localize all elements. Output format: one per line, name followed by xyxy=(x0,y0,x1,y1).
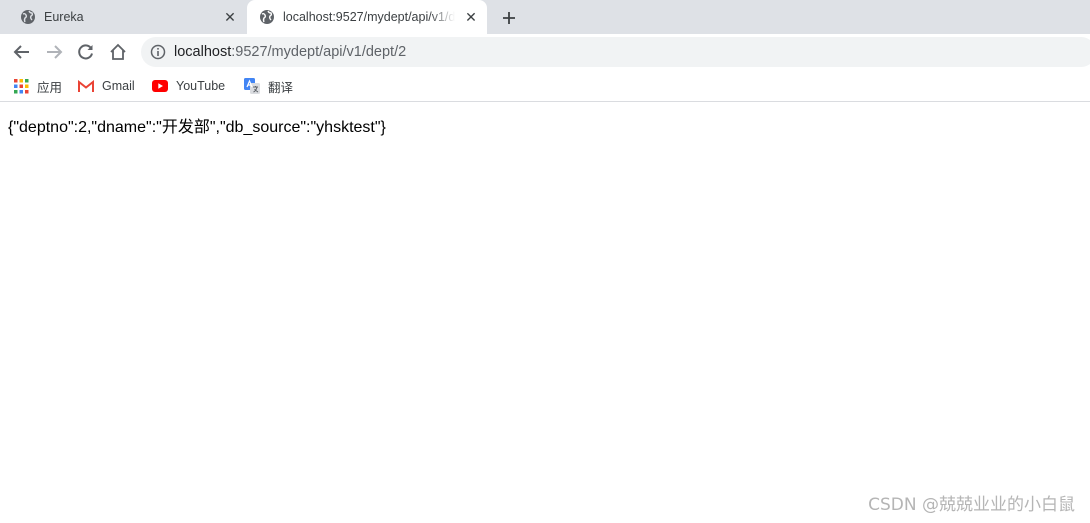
gmail-icon xyxy=(78,79,94,92)
bookmark-label: 翻译 xyxy=(268,80,294,95)
globe-icon xyxy=(260,10,274,24)
close-tab-icon[interactable]: ✕ xyxy=(222,9,238,25)
bookmark-label: Gmail xyxy=(102,79,135,93)
tab-strip: Eureka ✕ localhost:9527/mydept/api/v1/de… xyxy=(0,0,1090,34)
youtube-icon xyxy=(152,80,168,92)
bookmark-label: YouTube xyxy=(176,79,226,93)
translate-icon xyxy=(244,78,260,94)
apps-grid-icon xyxy=(14,78,29,93)
address-bar[interactable]: localhost:9527/mydept/api/v1/dept/2 xyxy=(141,37,1090,67)
bookmark-label: 应用 xyxy=(37,80,63,95)
bookmark-gmail[interactable]: Gmail xyxy=(78,77,135,95)
tab-title: Eureka xyxy=(44,10,84,24)
back-button[interactable] xyxy=(10,40,34,64)
tab-active-localhost[interactable]: localhost:9527/mydept/api/v1/dept/2 ✕ xyxy=(247,0,487,34)
bookmarks-bar: 应用 Gmail YouTube 翻译 xyxy=(0,70,1090,102)
reload-icon xyxy=(78,44,93,60)
tab-eureka[interactable]: Eureka ✕ xyxy=(0,0,246,34)
bookmark-apps[interactable]: 应用 xyxy=(14,77,62,95)
url-host: localhost xyxy=(174,44,232,60)
page-content: {"deptno":2,"dname":"开发部","db_source":"y… xyxy=(0,103,1090,523)
watermark-text: CSDN @兢兢业业的小白鼠 xyxy=(868,495,1075,515)
close-tab-icon[interactable]: ✕ xyxy=(463,9,479,25)
json-response-text: {"deptno":2,"dname":"开发部","db_source":"y… xyxy=(8,119,386,136)
browser-toolbar: localhost:9527/mydept/api/v1/dept/2 xyxy=(0,34,1090,70)
arrow-left-icon xyxy=(13,45,29,59)
arrow-right-icon xyxy=(47,45,63,59)
home-button[interactable] xyxy=(106,40,130,64)
tab-title: localhost:9527/mydept/api/v1/dept/2 xyxy=(283,10,455,24)
bookmark-youtube[interactable]: YouTube xyxy=(152,77,225,95)
new-tab-button[interactable] xyxy=(498,7,520,29)
globe-icon xyxy=(21,10,35,24)
info-icon[interactable] xyxy=(150,44,166,60)
forward-button[interactable] xyxy=(42,40,66,64)
home-icon xyxy=(110,43,126,60)
reload-button[interactable] xyxy=(74,40,98,64)
bookmark-translate[interactable]: 翻译 xyxy=(244,77,293,95)
plus-icon xyxy=(503,12,515,24)
url-text[interactable]: localhost:9527/mydept/api/v1/dept/2 xyxy=(174,44,406,60)
url-path: :9527/mydept/api/v1/dept/2 xyxy=(231,44,407,60)
